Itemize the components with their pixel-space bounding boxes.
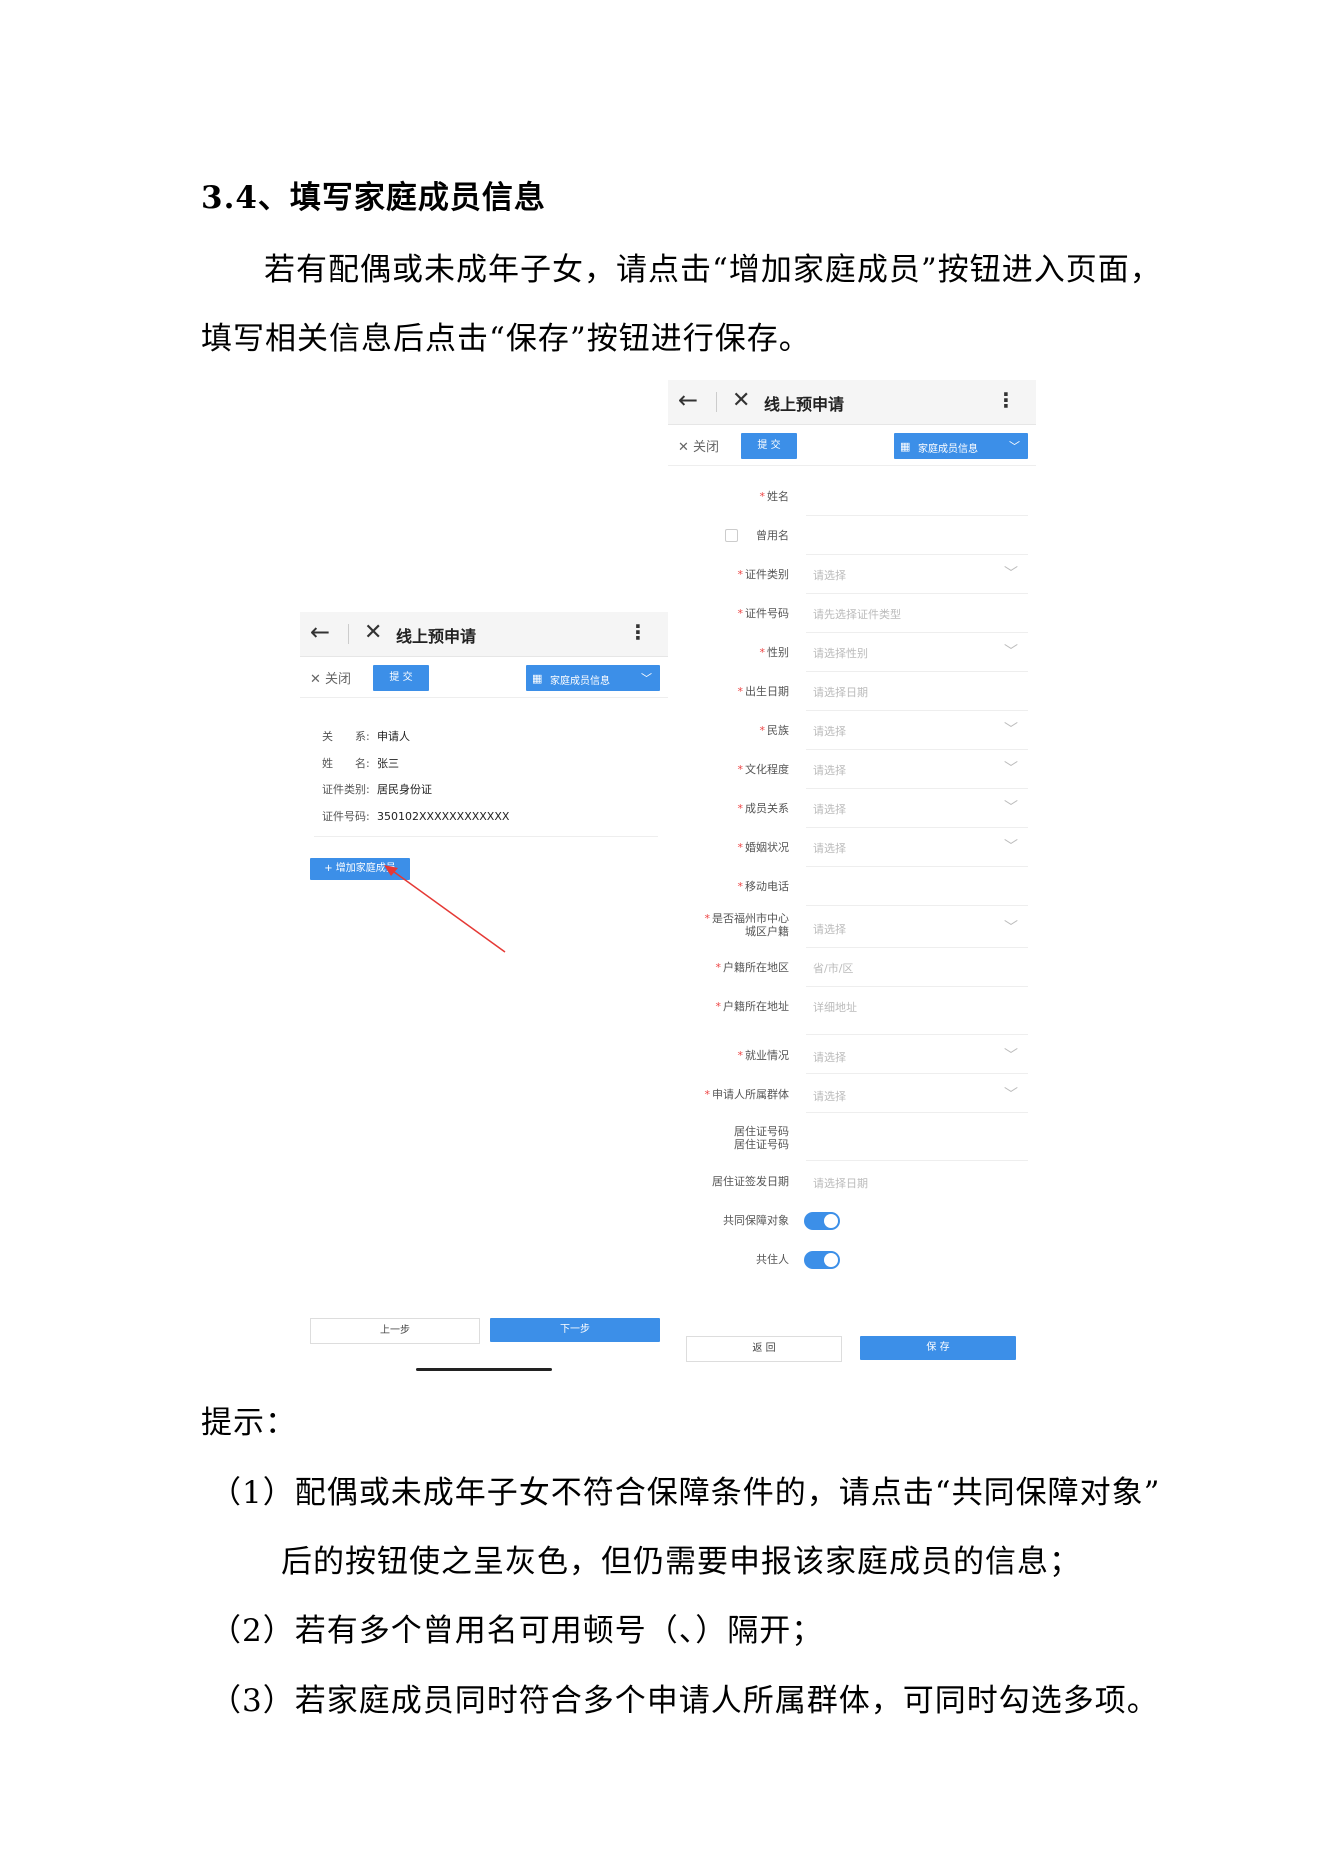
- section-heading: 3.4、填写家庭成员信息: [201, 180, 546, 216]
- chevron-down-icon: ﹀: [1004, 800, 1018, 816]
- tip-1-line-2: 后的按钮使之呈灰色，但仍需要申报该家庭成员的信息；: [281, 1544, 1081, 1580]
- save-button[interactable]: 保 存: [860, 1336, 1016, 1360]
- field-former-name[interactable]: 曾用名: [668, 516, 1036, 555]
- chevron-down-icon: ﹀: [1004, 839, 1018, 855]
- field-gender[interactable]: * 性别 请选择性别 ﹀: [668, 633, 1036, 672]
- chevron-down-icon: ﹀: [1004, 920, 1018, 936]
- field-hukou-address[interactable]: * 户籍所在地址 详细地址: [668, 987, 1036, 1035]
- section-dropdown-label: 家庭成员信息: [918, 444, 978, 455]
- return-button[interactable]: 返 回: [686, 1336, 842, 1362]
- submit-button[interactable]: 提 交: [741, 433, 797, 459]
- field-education[interactable]: * 文化程度 请选择 ﹀: [668, 750, 1036, 789]
- close-label: 关闭: [693, 440, 720, 455]
- field-id-type[interactable]: * 证件类别 请选择 ﹀: [668, 555, 1036, 594]
- right-phone-screenshot: ← ✕ 线上预申请 ⋮ ✕ 关闭 提 交 ▦ 家庭成员信息 ﹀ * 姓名 曾用名 …: [668, 380, 1036, 1370]
- toolbar: ✕ 关闭 提 交 ▦ 家庭成员信息 ﹀: [668, 425, 1036, 466]
- cohabitant-toggle[interactable]: [804, 1251, 840, 1269]
- chevron-down-icon: ﹀: [1004, 1087, 1018, 1103]
- field-id-number[interactable]: * 证件号码 请先选择证件类型: [668, 594, 1036, 633]
- tip-2: （2）若有多个曾用名可用顿号（、）隔开；: [210, 1613, 824, 1649]
- tip-1-line-1: （1）配偶或未成年子女不符合保障条件的，请点击“共同保障对象”: [210, 1475, 1161, 1511]
- header-divider: [716, 392, 717, 412]
- next-step-button[interactable]: 下一步: [490, 1318, 660, 1342]
- app-header: ← ✕ 线上预申请 ⋮: [668, 380, 1036, 425]
- field-employment[interactable]: * 就业情况 请选择 ﹀: [668, 1035, 1036, 1074]
- field-ethnicity[interactable]: * 民族 请选择 ﹀: [668, 711, 1036, 750]
- home-indicator: [416, 1368, 552, 1371]
- field-birth-date[interactable]: * 出生日期 请选择日期: [668, 672, 1036, 711]
- tip-3: （3）若家庭成员同时符合多个申请人所属群体，可同时勾选多项。: [210, 1683, 1159, 1719]
- chevron-down-icon: ﹀: [1004, 722, 1018, 738]
- section-dropdown[interactable]: ▦ 家庭成员信息 ﹀: [894, 433, 1028, 459]
- field-joint-protection: 共同保障对象: [668, 1200, 1036, 1239]
- field-cohabitant: 共住人: [668, 1239, 1036, 1278]
- former-name-checkbox[interactable]: [725, 529, 738, 542]
- field-applicant-group[interactable]: * 申请人所属群体 请选择 ﹀: [668, 1074, 1036, 1113]
- close-icon[interactable]: ✕: [732, 388, 750, 413]
- field-hukou-region[interactable]: * 户籍所在地区 省/市/区: [668, 948, 1036, 987]
- field-relation[interactable]: * 成员关系 请选择 ﹀: [668, 789, 1036, 828]
- back-arrow-icon[interactable]: ←: [678, 386, 698, 414]
- red-arrow-annotation: [384, 865, 506, 953]
- chevron-down-icon: ﹀: [1009, 440, 1020, 453]
- intro-line-2: 填写相关信息后点击“保存”按钮进行保存。: [201, 321, 811, 357]
- tips-title: 提示：: [201, 1405, 297, 1441]
- field-residence-permit[interactable]: 居住证号码 居住证号码: [668, 1113, 1036, 1161]
- app-title: 线上预申请: [764, 395, 845, 414]
- field-marital-status[interactable]: * 婚姻状况 请选择 ﹀: [668, 828, 1036, 867]
- previous-step-button[interactable]: 上一步: [310, 1318, 480, 1344]
- chevron-down-icon: ﹀: [1004, 1048, 1018, 1064]
- chevron-down-icon: ﹀: [1004, 566, 1018, 582]
- joint-protection-toggle[interactable]: [804, 1212, 840, 1230]
- more-menu-icon[interactable]: ⋮: [996, 388, 1016, 412]
- field-permit-date[interactable]: 居住证签发日期 请选择日期: [668, 1161, 1036, 1200]
- left-phone-screenshot: ← ✕ 线上预申请 ⋮ ✕ 关闭 提 交 ▦ 家庭成员信息 ﹀ 关 系: 申请人 …: [300, 612, 668, 1372]
- close-button[interactable]: ✕ 关闭: [678, 436, 719, 455]
- chevron-down-icon: ﹀: [1004, 644, 1018, 660]
- field-name[interactable]: * 姓名: [668, 477, 1036, 516]
- field-fuzhou-hukou[interactable]: * 是否福州市中心 城区户籍 请选择 ﹀: [668, 906, 1036, 948]
- intro-line-1: 若有配偶或未成年子女，请点击“增加家庭成员”按钮进入页面，: [264, 252, 1162, 288]
- field-mobile[interactable]: * 移动电话: [668, 867, 1036, 906]
- grid-icon: ▦: [900, 440, 911, 453]
- chevron-down-icon: ﹀: [1004, 761, 1018, 777]
